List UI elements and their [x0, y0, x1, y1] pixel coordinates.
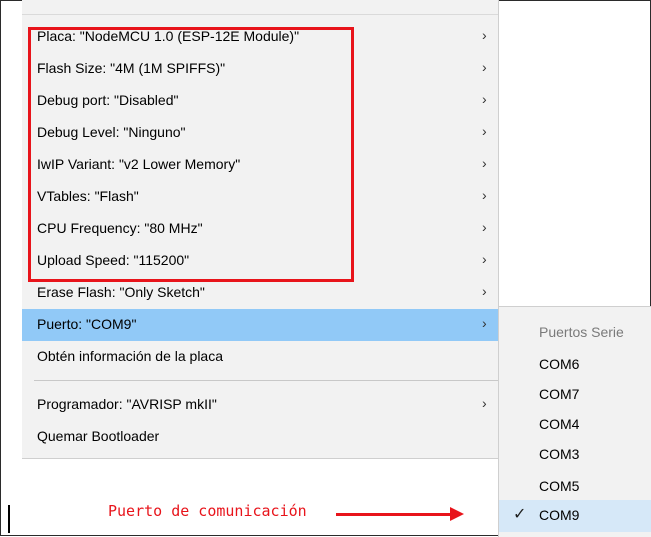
menu-separator [22, 14, 498, 15]
ports-submenu: Puertos Serie COM6 COM7 COM4 COM3 COM5 ✓… [498, 306, 651, 537]
menu-item-label: Puerto: "COM9" [37, 316, 137, 332]
menu-item-label: Programador: "AVRISP mkII" [37, 396, 217, 412]
chevron-right-icon: › [482, 59, 487, 75]
annotation-label: Puerto de comunicación [108, 502, 307, 520]
chevron-right-icon: › [482, 251, 487, 267]
highlight-box [28, 27, 354, 282]
menu-item-label: Obtén información de la placa [37, 348, 223, 364]
submenu-header: Puertos Serie [499, 317, 651, 349]
menu-item-programmer[interactable]: Programador: "AVRISP mkII" › [22, 389, 498, 421]
menu-item-puerto[interactable]: Puerto: "COM9" › [22, 309, 498, 341]
menu-separator [34, 380, 498, 381]
annotation-arrow-line [336, 513, 454, 516]
submenu-item-com4[interactable]: COM4 [499, 409, 651, 441]
chevron-right-icon: › [482, 187, 487, 203]
chevron-right-icon: › [482, 395, 487, 411]
submenu-item-com5[interactable]: COM5 [499, 471, 651, 503]
port-label: COM6 [539, 356, 580, 372]
chevron-right-icon: › [482, 123, 487, 139]
port-label: COM7 [539, 386, 580, 402]
menu-item-label: Erase Flash: "Only Sketch" [37, 284, 205, 300]
port-label: COM9 [539, 507, 580, 523]
submenu-item-com3[interactable]: COM3 [499, 439, 651, 471]
chevron-right-icon: › [482, 27, 487, 43]
text-cursor [8, 505, 10, 533]
submenu-header-label: Puertos Serie [539, 324, 624, 340]
arrow-right-icon [450, 507, 464, 521]
submenu-item-com7[interactable]: COM7 [499, 379, 651, 411]
menu-item-board-info[interactable]: Obtén información de la placa [22, 341, 498, 373]
menu-item-label: Quemar Bootloader [37, 428, 160, 444]
chevron-right-icon: › [482, 91, 487, 107]
chevron-right-icon: › [482, 283, 487, 299]
chevron-right-icon: › [482, 315, 487, 331]
checkmark-icon: ✓ [513, 506, 527, 523]
chevron-right-icon: › [482, 155, 487, 171]
port-label: COM3 [539, 446, 580, 462]
menu-item-burn-bootloader[interactable]: Quemar Bootloader [22, 421, 498, 453]
chevron-right-icon: › [482, 219, 487, 235]
port-label: COM5 [539, 478, 580, 494]
submenu-item-com9[interactable]: ✓ COM9 [499, 500, 651, 532]
submenu-item-com6[interactable]: COM6 [499, 349, 651, 381]
port-label: COM4 [539, 416, 580, 432]
